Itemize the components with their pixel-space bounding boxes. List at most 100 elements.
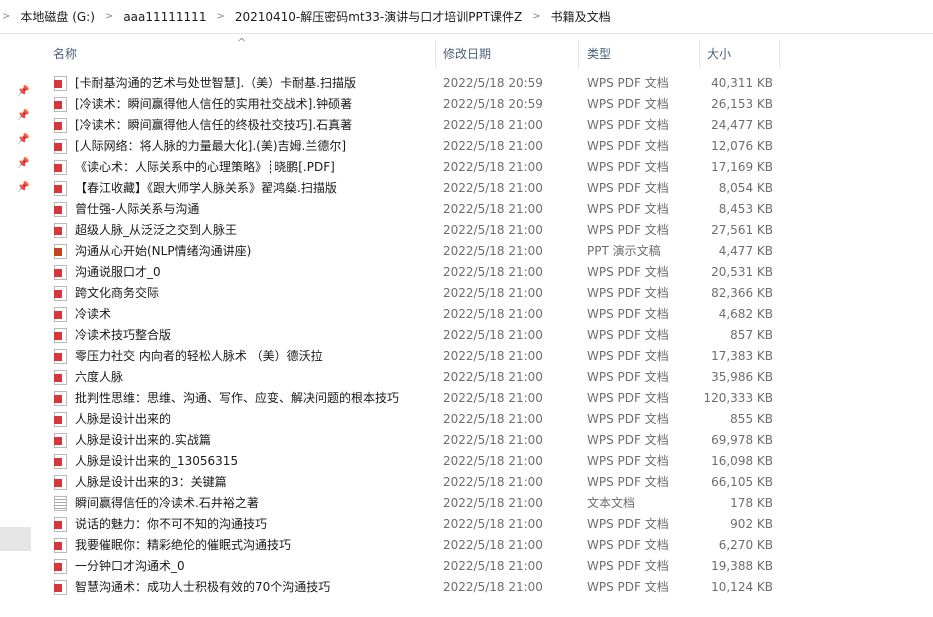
file-date: 2022/5/18 21:00	[443, 496, 543, 510]
file-name[interactable]: 沟通从心开始(NLP情绪沟通讲座)	[75, 241, 251, 262]
file-size: 120,333 KB	[703, 391, 773, 405]
breadcrumb-drive[interactable]: 本地磁盘 (G:)	[20, 8, 95, 25]
pin-icon[interactable]: 📌	[17, 158, 29, 169]
file-row[interactable]: 超级人脉_从泛泛之交到人脉王 2022/5/18 21:00 WPS PDF 文…	[38, 220, 798, 241]
chevron-right-icon[interactable]: >	[105, 11, 113, 22]
file-type: WPS PDF 文档	[587, 475, 669, 489]
file-name[interactable]: 沟通说服口才_0	[75, 262, 161, 283]
file-row[interactable]: 冷读术技巧整合版 2022/5/18 21:00 WPS PDF 文档 857 …	[38, 325, 798, 346]
pin-icon[interactable]: 📌	[17, 182, 29, 193]
file-row[interactable]: [冷读术：瞬间赢得他人信任的终极社交技巧].石真著 2022/5/18 21:0…	[38, 115, 798, 136]
file-name[interactable]: 人脉是设计出来的.实战篇	[75, 430, 211, 451]
file-row[interactable]: 人脉是设计出来的_13056315 2022/5/18 21:00 WPS PD…	[38, 451, 798, 472]
file-type: WPS PDF 文档	[587, 391, 669, 405]
file-size: 855 KB	[730, 412, 773, 426]
file-name[interactable]: 零压力社交 内向者的轻松人脉术 （美）德沃拉	[75, 346, 323, 367]
file-name[interactable]: [冷读术：瞬间赢得他人信任的终极社交技巧].石真著	[75, 115, 352, 136]
file-name[interactable]: 人脉是设计出来的_13056315	[75, 451, 238, 472]
file-date: 2022/5/18 21:00	[443, 538, 543, 552]
file-type: WPS PDF 文档	[587, 160, 669, 174]
file-name[interactable]: 批判性思维：思维、沟通、写作、应变、解决问题的根本技巧	[75, 388, 399, 409]
pin-icon[interactable]: 📌	[17, 86, 29, 97]
ppt-file-icon	[54, 244, 67, 259]
file-type: WPS PDF 文档	[587, 223, 669, 237]
file-name[interactable]: [卡耐基沟通的艺术与处世智慧].（美）卡耐基.扫描版	[75, 73, 356, 94]
file-name[interactable]: 超级人脉_从泛泛之交到人脉王	[75, 220, 237, 241]
file-row[interactable]: 瞬间赢得信任的冷读术.石井裕之著 2022/5/18 21:00 文本文档 17…	[38, 493, 798, 514]
file-row[interactable]: 《读心术：人际关系中的心理策略》┊晓鹏[.PDF] 2022/5/18 21:0…	[38, 157, 798, 178]
nav-selected-item[interactable]	[0, 527, 31, 551]
file-name[interactable]: 说话的魅力：你不可不知的沟通技巧	[75, 514, 267, 535]
file-type: WPS PDF 文档	[587, 118, 669, 132]
pdf-file-icon	[54, 307, 67, 322]
file-name[interactable]: 曾仕强-人际关系与沟通	[75, 199, 199, 220]
file-row[interactable]: [人际网络：将人脉的力量最大化].(美)吉姆.兰德尔] 2022/5/18 21…	[38, 136, 798, 157]
file-date: 2022/5/18 21:00	[443, 244, 543, 258]
file-row[interactable]: 批判性思维：思维、沟通、写作、应变、解决问题的根本技巧 2022/5/18 21…	[38, 388, 798, 409]
file-type: PPT 演示文稿	[587, 244, 661, 258]
file-row[interactable]: 沟通说服口才_0 2022/5/18 21:00 WPS PDF 文档 20,5…	[38, 262, 798, 283]
file-name[interactable]: 人脉是设计出来的	[75, 409, 171, 430]
file-name[interactable]: 冷读术	[75, 304, 111, 325]
file-name[interactable]: 人脉是设计出来的3：关键篇	[75, 472, 227, 493]
file-name[interactable]: 智慧沟通术：成功人士积极有效的70个沟通技巧	[75, 577, 330, 598]
column-name[interactable]: 名称	[38, 40, 436, 68]
file-row[interactable]: 冷读术 2022/5/18 21:00 WPS PDF 文档 4,682 KB	[38, 304, 798, 325]
file-size: 27,561 KB	[711, 223, 773, 237]
file-row[interactable]: [卡耐基沟通的艺术与处世智慧].（美）卡耐基.扫描版 2022/5/18 20:…	[38, 73, 798, 94]
file-name[interactable]: 《读心术：人际关系中的心理策略》┊晓鹏[.PDF]	[75, 157, 335, 178]
file-row[interactable]: 六度人脉 2022/5/18 21:00 WPS PDF 文档 35,986 K…	[38, 367, 798, 388]
breadcrumb-current[interactable]: 书籍及文档	[551, 8, 611, 25]
file-size: 17,169 KB	[711, 160, 773, 174]
pdf-file-icon	[54, 286, 67, 301]
pin-icon[interactable]: 📌	[17, 134, 29, 145]
file-size: 178 KB	[730, 496, 773, 510]
file-row[interactable]: 智慧沟通术：成功人士积极有效的70个沟通技巧 2022/5/18 21:00 W…	[38, 577, 798, 598]
pin-icon[interactable]: 📌	[17, 110, 29, 121]
file-name[interactable]: 一分钟口才沟通术_0	[75, 556, 185, 577]
file-size: 8,054 KB	[718, 181, 773, 195]
file-row[interactable]: 沟通从心开始(NLP情绪沟通讲座) 2022/5/18 21:00 PPT 演示…	[38, 241, 798, 262]
file-name[interactable]: 六度人脉	[75, 367, 123, 388]
file-row[interactable]: 人脉是设计出来的 2022/5/18 21:00 WPS PDF 文档 855 …	[38, 409, 798, 430]
column-date[interactable]: 修改日期	[437, 40, 579, 68]
file-row[interactable]: 我要催眠你：精彩绝伦的催眠式沟通技巧 2022/5/18 21:00 WPS P…	[38, 535, 798, 556]
file-name[interactable]: 冷读术技巧整合版	[75, 325, 171, 346]
file-row[interactable]: 曾仕强-人际关系与沟通 2022/5/18 21:00 WPS PDF 文档 8…	[38, 199, 798, 220]
file-row[interactable]: 人脉是设计出来的.实战篇 2022/5/18 21:00 WPS PDF 文档 …	[38, 430, 798, 451]
file-row[interactable]: 【春江收藏】《跟大师学人脉关系》翟鸿燊.扫描版 2022/5/18 21:00 …	[38, 178, 798, 199]
breadcrumb-folder[interactable]: aaa11111111	[123, 10, 206, 24]
file-row[interactable]: 一分钟口才沟通术_0 2022/5/18 21:00 WPS PDF 文档 19…	[38, 556, 798, 577]
file-size: 8,453 KB	[718, 202, 773, 216]
file-type: WPS PDF 文档	[587, 265, 669, 279]
breadcrumb-folder[interactable]: 20210410-解压密码mt33-演讲与口才培训PPT课件Z	[235, 8, 522, 25]
navigation-pane[interactable]: 📌 📌 📌 📌 📌	[0, 34, 38, 617]
file-row[interactable]: [冷读术：瞬间赢得他人信任的实用社交战术].钟硕著 2022/5/18 20:5…	[38, 94, 798, 115]
column-type[interactable]: 类型	[580, 40, 700, 68]
file-type: 文本文档	[587, 496, 636, 510]
file-row[interactable]: 人脉是设计出来的3：关键篇 2022/5/18 21:00 WPS PDF 文档…	[38, 472, 798, 493]
file-date: 2022/5/18 21:00	[443, 328, 543, 342]
file-name[interactable]: 跨文化商务交际	[75, 283, 159, 304]
file-name[interactable]: 【春江收藏】《跟大师学人脉关系》翟鸿燊.扫描版	[75, 178, 337, 199]
chevron-right-icon[interactable]: >	[532, 11, 540, 22]
chevron-right-icon[interactable]: >	[216, 11, 224, 22]
file-name[interactable]: 我要催眠你：精彩绝伦的催眠式沟通技巧	[75, 535, 291, 556]
file-size: 82,366 KB	[711, 286, 773, 300]
chevron-right-icon: >	[2, 11, 11, 22]
file-size: 26,153 KB	[711, 97, 773, 111]
file-name[interactable]: 瞬间赢得信任的冷读术.石井裕之著	[75, 493, 259, 514]
pdf-file-icon	[54, 328, 67, 343]
file-type: WPS PDF 文档	[587, 517, 669, 531]
file-name[interactable]: [人际网络：将人脉的力量最大化].(美)吉姆.兰德尔]	[75, 136, 346, 157]
pdf-file-icon	[54, 475, 67, 490]
address-bar[interactable]: > 本地磁盘 (G:) > aaa11111111 > 20210410-解压密…	[0, 0, 933, 34]
file-row[interactable]: 跨文化商务交际 2022/5/18 21:00 WPS PDF 文档 82,36…	[38, 283, 798, 304]
file-row[interactable]: 零压力社交 内向者的轻松人脉术 （美）德沃拉 2022/5/18 21:00 W…	[38, 346, 798, 367]
file-name[interactable]: [冷读术：瞬间赢得他人信任的实用社交战术].钟硕著	[75, 94, 352, 115]
column-size[interactable]: 大小	[701, 40, 780, 68]
file-date: 2022/5/18 21:00	[443, 349, 543, 363]
file-size: 4,682 KB	[718, 307, 773, 321]
file-row[interactable]: 说话的魅力：你不可不知的沟通技巧 2022/5/18 21:00 WPS PDF…	[38, 514, 798, 535]
file-type: WPS PDF 文档	[587, 433, 669, 447]
